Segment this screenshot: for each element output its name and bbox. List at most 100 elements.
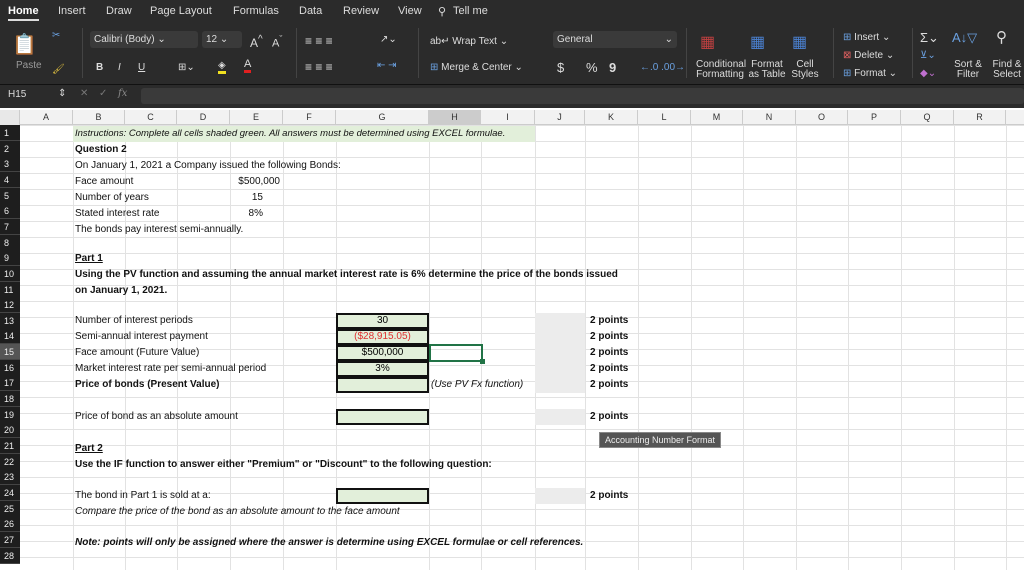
- delete-cells-button[interactable]: ⊠ Delete ⌄: [843, 50, 894, 61]
- clear-icon[interactable]: ◆⌄: [920, 68, 936, 79]
- tab-formulas[interactable]: Formulas: [233, 5, 279, 17]
- row-header[interactable]: 10: [0, 265, 20, 282]
- increase-font-icon[interactable]: A^: [250, 34, 263, 50]
- cell-styles-icon[interactable]: ▦: [792, 32, 807, 52]
- col-header[interactable]: F: [283, 110, 336, 125]
- cancel-icon[interactable]: ✕: [80, 88, 88, 99]
- payment-cell[interactable]: ($28,915.05): [336, 329, 429, 345]
- tab-page-layout[interactable]: Page Layout: [150, 5, 212, 17]
- col-header[interactable]: N: [743, 110, 796, 125]
- row-header[interactable]: 20: [0, 422, 20, 439]
- selected-cell-h15[interactable]: [429, 344, 485, 364]
- face-amount-value[interactable]: $500,000: [230, 174, 280, 190]
- premium-discount-cell[interactable]: [336, 488, 429, 504]
- underline-button[interactable]: U: [138, 62, 145, 73]
- row-header[interactable]: 26: [0, 516, 20, 533]
- percent-button[interactable]: %: [586, 60, 598, 75]
- row-header[interactable]: 12: [0, 297, 20, 314]
- font-color-icon[interactable]: A: [244, 58, 252, 73]
- row-header[interactable]: 8: [0, 234, 20, 251]
- number-format-select[interactable]: General ⌄: [553, 31, 677, 48]
- col-header[interactable]: M: [691, 110, 743, 125]
- row-header[interactable]: 24: [0, 484, 20, 501]
- tab-view[interactable]: View: [398, 5, 422, 17]
- present-value-cell[interactable]: [336, 377, 429, 393]
- conditional-formatting-button[interactable]: Conditional Formatting: [696, 60, 746, 80]
- fill-icon[interactable]: ⊻⌄: [920, 50, 936, 61]
- col-header[interactable]: I: [481, 110, 535, 125]
- col-header[interactable]: H: [429, 110, 481, 125]
- format-cells-button[interactable]: ⊞ Format ⌄: [843, 68, 897, 79]
- cut-icon[interactable]: ✂: [52, 30, 60, 41]
- align-left-icon[interactable]: ≡ ≡ ≡: [305, 60, 333, 74]
- find-select-button[interactable]: Find & Select: [990, 60, 1024, 80]
- bold-button[interactable]: B: [96, 62, 103, 73]
- decrease-font-icon[interactable]: Aˇ: [272, 34, 282, 50]
- name-box-stepper[interactable]: ⇕: [58, 88, 66, 99]
- indent-icon[interactable]: ⇤ ⇥: [377, 60, 397, 71]
- row-header[interactable]: 23: [0, 469, 20, 486]
- sort-filter-button[interactable]: Sort & Filter: [952, 60, 984, 80]
- col-header[interactable]: L: [638, 110, 691, 125]
- tab-insert[interactable]: Insert: [58, 5, 86, 17]
- market-rate-cell[interactable]: 3%: [336, 361, 429, 377]
- row-header[interactable]: 16: [0, 359, 20, 376]
- paste-icon[interactable]: 📋: [12, 32, 37, 57]
- row-header[interactable]: 5: [0, 187, 20, 204]
- align-top-icon[interactable]: ≡ ≡ ≡: [305, 34, 333, 48]
- col-header[interactable]: J: [535, 110, 585, 125]
- conditional-formatting-icon[interactable]: ▦: [700, 32, 715, 52]
- insert-cells-button[interactable]: ⊞ Insert ⌄: [843, 32, 890, 43]
- col-header[interactable]: D: [177, 110, 230, 125]
- orientation-icon[interactable]: ↗⌄: [380, 34, 397, 45]
- wrap-text-button[interactable]: ab↵ Wrap Text ⌄: [430, 36, 508, 47]
- function-icon[interactable]: fx: [118, 88, 127, 99]
- sort-filter-icon[interactable]: A↓▽: [952, 30, 977, 46]
- cell-styles-button[interactable]: Cell Styles: [790, 60, 820, 80]
- tab-draw[interactable]: Draw: [106, 5, 132, 17]
- row-header[interactable]: 18: [0, 391, 20, 408]
- row-header[interactable]: 27: [0, 531, 20, 548]
- row-header[interactable]: 28: [0, 547, 20, 564]
- row-header[interactable]: 17: [0, 375, 20, 392]
- col-header[interactable]: O: [796, 110, 848, 125]
- fill-handle[interactable]: [480, 359, 485, 364]
- comma-button[interactable]: 9: [609, 60, 616, 75]
- row-header[interactable]: 6: [0, 203, 20, 220]
- row-header[interactable]: 11: [0, 281, 20, 298]
- tab-data[interactable]: Data: [299, 5, 322, 17]
- italic-button[interactable]: I: [118, 62, 121, 73]
- name-box[interactable]: H15: [8, 89, 26, 100]
- row-header[interactable]: 19: [0, 406, 20, 423]
- row-header[interactable]: 15: [0, 344, 20, 361]
- row-header[interactable]: 13: [0, 312, 20, 329]
- row-header[interactable]: 22: [0, 453, 20, 470]
- borders-icon[interactable]: ⊞⌄: [178, 62, 195, 73]
- formula-input[interactable]: [141, 88, 1024, 104]
- row-header[interactable]: 7: [0, 218, 20, 235]
- fill-color-icon[interactable]: ◈: [218, 60, 226, 74]
- search-icon[interactable]: ⚲: [996, 28, 1007, 46]
- row-header[interactable]: 2: [0, 140, 20, 157]
- tell-me[interactable]: Tell me: [453, 5, 488, 17]
- col-header[interactable]: G: [336, 110, 429, 125]
- col-header[interactable]: C: [125, 110, 177, 125]
- row-header[interactable]: 9: [0, 250, 20, 267]
- col-header[interactable]: R: [954, 110, 1006, 125]
- font-size-select[interactable]: 12 ⌄: [202, 31, 242, 48]
- row-header[interactable]: 21: [0, 438, 20, 454]
- future-value-cell[interactable]: $500,000: [336, 345, 429, 361]
- tab-review[interactable]: Review: [343, 5, 379, 17]
- row-header[interactable]: 3: [0, 156, 20, 173]
- absolute-price-cell[interactable]: [336, 409, 429, 425]
- col-header[interactable]: Q: [901, 110, 954, 125]
- col-header[interactable]: B: [73, 110, 125, 125]
- col-header[interactable]: K: [585, 110, 638, 125]
- row-header[interactable]: 25: [0, 500, 20, 517]
- years-value[interactable]: 15: [230, 190, 263, 206]
- format-painter-icon[interactable]: 🖌: [52, 64, 65, 75]
- select-all[interactable]: [0, 110, 20, 125]
- row-header[interactable]: 1: [0, 125, 20, 141]
- stated-rate-value[interactable]: 8%: [230, 206, 263, 222]
- autosum-icon[interactable]: Σ⌄: [920, 30, 939, 46]
